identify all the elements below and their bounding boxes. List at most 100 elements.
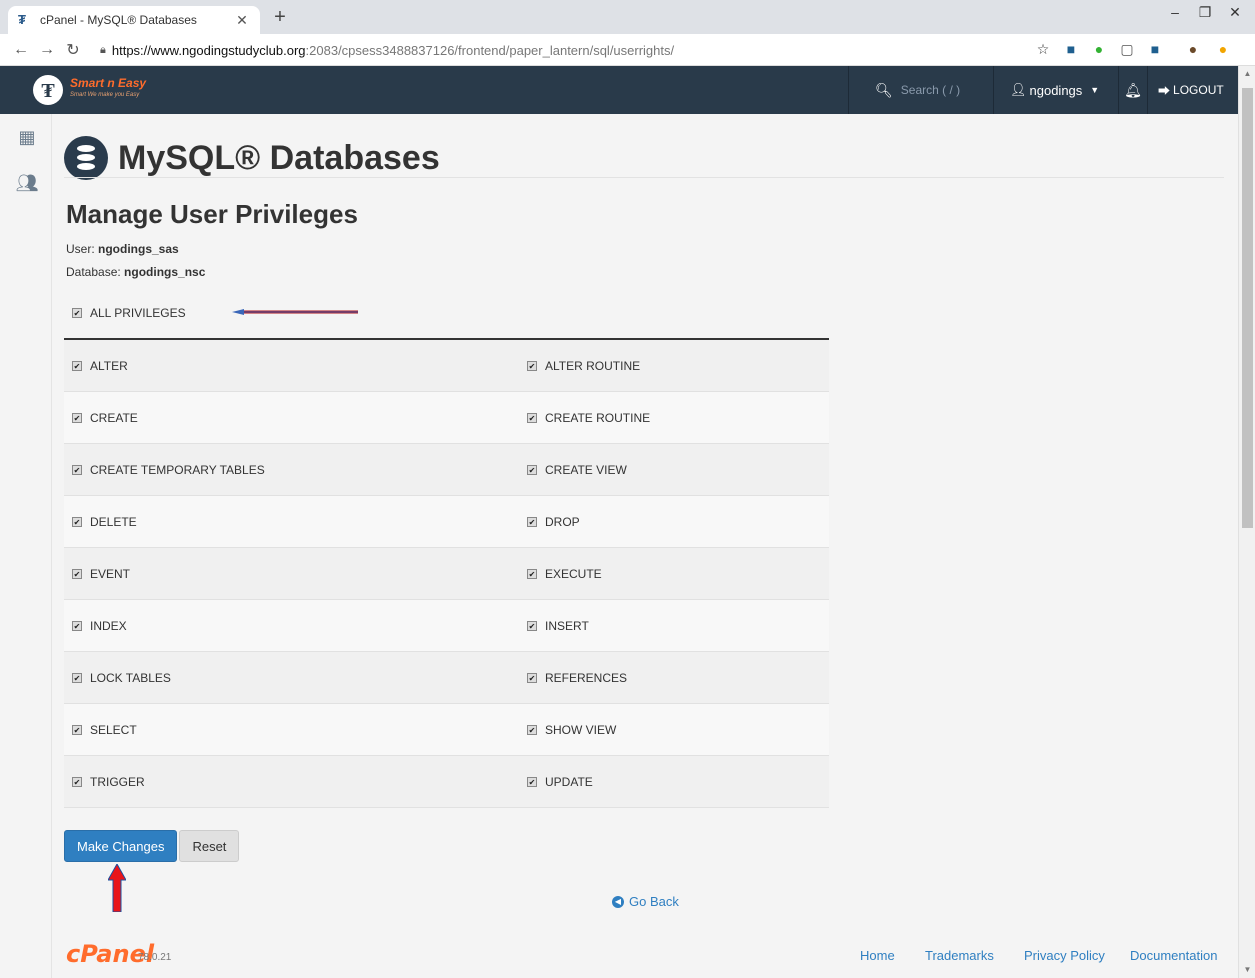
user-info: User: ngodings_sas xyxy=(66,242,179,256)
privilege-checkbox[interactable]: ✔ ALTER xyxy=(64,359,446,373)
privilege-checkbox[interactable]: ✔ REFERENCES xyxy=(446,671,828,685)
checkbox-checked-icon[interactable]: ✔ xyxy=(72,464,82,475)
close-icon[interactable]: ✕ xyxy=(234,12,250,29)
checkbox-checked-icon[interactable]: ✔ xyxy=(72,568,82,579)
privilege-label: CREATE TEMPORARY TABLES xyxy=(90,462,265,477)
privilege-label: INSERT xyxy=(545,618,589,633)
privilege-checkbox[interactable]: ✔ SELECT xyxy=(64,723,446,737)
checkbox-checked-icon[interactable]: ✔ xyxy=(72,360,82,371)
checkbox-checked-icon[interactable]: ✔ xyxy=(527,516,537,527)
footer: cPanel 78.0.21 Home Trademarks Privacy P… xyxy=(64,940,1224,978)
privilege-label: UPDATE xyxy=(545,774,593,789)
footer-link-privacy-policy[interactable]: Privacy Policy xyxy=(1024,948,1105,963)
checkbox-checked-icon[interactable]: ✔ xyxy=(527,724,537,735)
table-row: ✔ SELECT ✔ SHOW VIEW xyxy=(64,704,829,756)
privilege-checkbox[interactable]: ✔ DELETE xyxy=(64,515,446,529)
checkbox-checked-icon[interactable]: ✔ xyxy=(527,412,537,423)
privilege-label: DELETE xyxy=(90,514,137,529)
page-scrollbar[interactable]: ▲ ▼ xyxy=(1238,66,1255,978)
back-icon[interactable]: ← xyxy=(8,41,34,59)
footer-link-home[interactable]: Home xyxy=(860,948,895,963)
extension-icon[interactable]: ■ xyxy=(1060,38,1082,60)
page-title: MySQL® Databases xyxy=(118,138,440,177)
new-tab-icon[interactable]: + xyxy=(268,6,292,29)
database-icon xyxy=(64,136,108,180)
update-alert-icon[interactable]: ● xyxy=(1212,38,1234,60)
users-icon[interactable]: 👥︎ xyxy=(14,170,40,196)
url-path: :2083/cpsess3488837126/frontend/paper_la… xyxy=(305,42,675,58)
checkbox-checked-icon[interactable]: ✔ xyxy=(72,776,82,787)
footer-link-documentation[interactable]: Documentation xyxy=(1130,948,1217,963)
minimize-icon[interactable]: – xyxy=(1160,4,1190,20)
go-back-link[interactable]: ◀ Go Back xyxy=(612,894,679,909)
tab-title: cPanel - MySQL® Databases xyxy=(40,13,197,27)
cpanel-version: 78.0.21 xyxy=(138,952,172,963)
privilege-label: EXECUTE xyxy=(545,566,602,581)
privilege-checkbox[interactable]: ✔ TRIGGER xyxy=(64,775,446,789)
privilege-checkbox[interactable]: ✔ EXECUTE xyxy=(446,567,828,581)
star-icon[interactable]: ☆ xyxy=(1032,38,1054,60)
scroll-down-icon[interactable]: ▼ xyxy=(1239,962,1255,978)
logout-label: LOGOUT xyxy=(1173,83,1224,97)
header-divider xyxy=(64,177,1224,178)
search-input[interactable]: 🔍︎ Search ( / ) xyxy=(848,66,994,114)
search-icon: 🔍︎ xyxy=(875,81,893,98)
checkbox-checked-icon[interactable]: ✔ xyxy=(72,516,82,527)
bell-icon[interactable]: 🔔︎ xyxy=(1118,66,1148,114)
brand-logo-icon[interactable]: ₮ xyxy=(33,75,63,105)
checkbox-checked-icon[interactable]: ✔ xyxy=(72,308,82,318)
privilege-label: REFERENCES xyxy=(545,670,628,685)
restore-icon[interactable]: ❐ xyxy=(1190,4,1220,21)
table-row: ✔ TRIGGER ✔ UPDATE xyxy=(64,756,829,808)
profile-avatar[interactable]: ● xyxy=(1182,38,1204,60)
checkbox-checked-icon[interactable]: ✔ xyxy=(527,464,537,475)
annotation-arrow-left-icon xyxy=(232,309,358,315)
all-privileges-checkbox[interactable]: ✔ ALL PRIVILEGES xyxy=(72,306,186,320)
checkbox-checked-icon[interactable]: ✔ xyxy=(527,672,537,683)
privileges-table: ✔ ALTER ✔ ALTER ROUTINE ✔ CREATE ✔ CREATE ROUTI… xyxy=(64,338,829,808)
privilege-checkbox[interactable]: ✔ EVENT xyxy=(64,567,446,581)
database-value: ngodings_nsc xyxy=(124,265,206,279)
privilege-checkbox[interactable]: ✔ INDEX xyxy=(64,619,446,633)
table-row: ✔ LOCK TABLES ✔ REFERENCES xyxy=(64,652,829,704)
checkbox-checked-icon[interactable]: ✔ xyxy=(527,568,537,579)
logout-button[interactable]: ⮕ LOGOUT xyxy=(1158,66,1224,114)
browser-tab[interactable]: ₮ cPanel - MySQL® Databases ✕ xyxy=(8,6,260,34)
extension-drive-icon[interactable]: ■ xyxy=(1144,38,1166,60)
checkbox-checked-icon[interactable]: ✔ xyxy=(527,776,537,787)
checkbox-checked-icon[interactable]: ✔ xyxy=(72,412,82,423)
extension-share-icon[interactable]: ● xyxy=(1088,38,1110,60)
user-value: ngodings_sas xyxy=(98,242,179,256)
privilege-checkbox[interactable]: ✔ DROP xyxy=(446,515,828,529)
checkbox-checked-icon[interactable]: ✔ xyxy=(72,724,82,735)
privilege-checkbox[interactable]: ✔ CREATE ROUTINE xyxy=(446,411,828,425)
footer-link-trademarks[interactable]: Trademarks xyxy=(925,948,994,963)
privilege-checkbox[interactable]: ✔ LOCK TABLES xyxy=(64,671,446,685)
forward-icon[interactable]: → xyxy=(34,41,60,59)
privilege-checkbox[interactable]: ✔ SHOW VIEW xyxy=(446,723,828,737)
checkbox-checked-icon[interactable]: ✔ xyxy=(527,360,537,371)
privilege-checkbox[interactable]: ✔ ALTER ROUTINE xyxy=(446,359,828,373)
checkbox-checked-icon[interactable]: ✔ xyxy=(72,672,82,683)
url-field[interactable]: 🔒︎ https://www.ngodingstudyclub.org:2083… xyxy=(100,38,1155,62)
database-info: Database: ngodings_nsc xyxy=(66,265,206,279)
make-changes-button[interactable]: Make Changes xyxy=(64,830,178,862)
extension-cast-icon[interactable]: ▢ xyxy=(1116,38,1138,60)
reload-icon[interactable]: ↻ xyxy=(60,40,86,60)
checkbox-checked-icon[interactable]: ✔ xyxy=(72,620,82,631)
privilege-checkbox[interactable]: ✔ INSERT xyxy=(446,619,828,633)
scroll-thumb[interactable] xyxy=(1242,88,1253,528)
logout-icon: ⮕ xyxy=(1158,83,1171,98)
privilege-checkbox[interactable]: ✔ CREATE xyxy=(64,411,446,425)
apps-grid-icon[interactable]: ▦ xyxy=(14,124,40,150)
user-menu[interactable]: 👤︎ ngodings ▼ xyxy=(1010,66,1099,114)
window-close-icon[interactable]: ✕ xyxy=(1220,4,1250,21)
privilege-checkbox[interactable]: ✔ CREATE VIEW xyxy=(446,463,828,477)
privilege-label: ALTER ROUTINE xyxy=(545,358,641,373)
reset-button[interactable]: Reset xyxy=(179,830,240,862)
sidebar: ▦ 👥︎ xyxy=(0,114,52,978)
privilege-checkbox[interactable]: ✔ CREATE TEMPORARY TABLES xyxy=(64,463,446,477)
scroll-up-icon[interactable]: ▲ xyxy=(1239,66,1255,82)
checkbox-checked-icon[interactable]: ✔ xyxy=(527,620,537,631)
privilege-checkbox[interactable]: ✔ UPDATE xyxy=(446,775,828,789)
